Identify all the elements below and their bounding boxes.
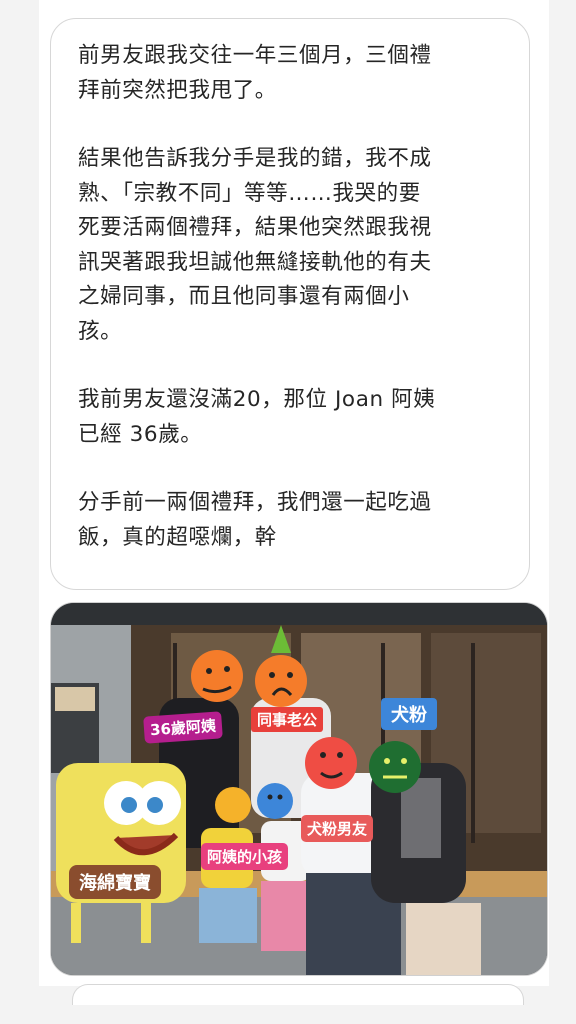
post-paragraph-4: 分手前一兩個禮拜，我們還一起吃過 飯，真的超噁爛，幹 — [78, 490, 432, 550]
blue-face-icon — [257, 783, 293, 819]
orange-face-icon — [191, 650, 243, 702]
post-photo[interactable]: 36歲阿姨 同事老公 犬粉 犬粉男友 阿姨的小孩 海綿寶寶 — [50, 602, 548, 976]
label-dog-fan: 犬粉 — [381, 698, 437, 730]
label-auntie-kids: 阿姨的小孩 — [201, 843, 289, 870]
photo-scene — [51, 603, 547, 975]
yellow-face-icon — [215, 787, 251, 823]
post-paragraph-1: 前男友跟我交往一年三個月，三個禮 拜前突然把我甩了。 — [78, 43, 432, 103]
post-text-bubble: 前男友跟我交往一年三個月，三個禮 拜前突然把我甩了。 結果他告訴我分手是我的錯，… — [50, 18, 530, 590]
post-paragraph-3: 我前男友還沒滿20，那位 Joan 阿姨 已經 36歲。 — [78, 387, 436, 447]
next-post-edge — [72, 984, 524, 1005]
carrot-face-icon — [255, 655, 307, 707]
red-face-icon — [305, 737, 357, 789]
green-face-icon — [369, 741, 421, 793]
label-coworker-husband: 同事老公 — [251, 707, 324, 732]
post-paragraph-2: 結果他告訴我分手是我的錯，我不成 熟、「宗教不同」等等……我哭的要 死要活兩個禮… — [78, 146, 432, 344]
label-36-auntie: 36歲阿姨 — [143, 711, 223, 744]
label-spongebob: 海綿寶寶 — [69, 865, 161, 899]
label-dog-fan-boyfriend: 犬粉男友 — [301, 815, 374, 842]
